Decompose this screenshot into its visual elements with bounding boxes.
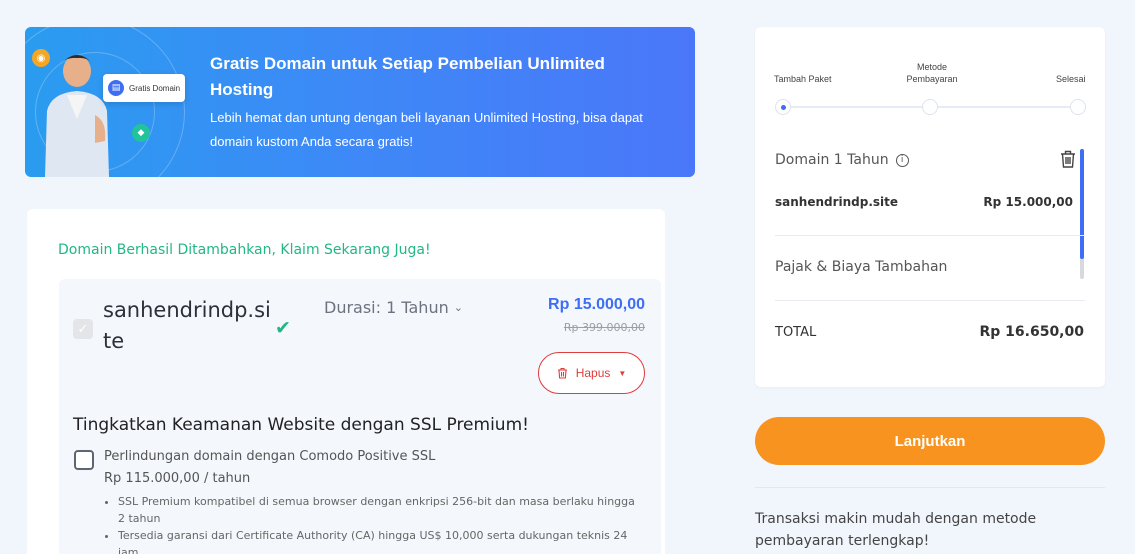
trash-icon bbox=[557, 367, 567, 379]
domain-old-price: Rp 399.000,00 bbox=[563, 321, 645, 334]
cart-card: Domain Berhasil Ditambahkan, Klaim Sekar… bbox=[27, 209, 665, 554]
ssl-checkbox[interactable] bbox=[74, 450, 94, 470]
free-domain-card-label: Gratis Domain bbox=[129, 83, 181, 93]
ssl-option-price: Rp 115.000,00 / tahun bbox=[104, 471, 251, 486]
step-dot-1 bbox=[775, 99, 791, 115]
total-value: Rp 16.650,00 bbox=[979, 324, 1084, 340]
info-icon[interactable]: i bbox=[895, 153, 909, 167]
tag-icon: ◆ bbox=[132, 124, 150, 142]
total-label: TOTAL bbox=[775, 325, 817, 340]
summary-scrollbar[interactable] bbox=[1080, 149, 1084, 279]
divider bbox=[755, 487, 1105, 488]
payment-promo-text: Transaksi makin mudah dengan metode pemb… bbox=[755, 511, 1037, 549]
duration-dropdown[interactable]: Durasi: 1 Tahun ⌄ bbox=[324, 298, 463, 317]
order-summary: Tambah Paket Metode Pembayaran Selesai D… bbox=[755, 27, 1105, 387]
scrollbar-thumb[interactable] bbox=[1080, 149, 1084, 259]
ssl-title: Tingkatkan Keamanan Website dengan SSL P… bbox=[73, 415, 529, 435]
free-domain-card: ▤ Gratis Domain bbox=[103, 74, 185, 102]
summary-domain-price: Rp 15.000,00 bbox=[983, 195, 1073, 209]
summary-item-title-text: Domain 1 Tahun bbox=[775, 152, 889, 168]
domain-icon: ▤ bbox=[108, 80, 124, 96]
duration-label: Durasi: 1 Tahun bbox=[324, 298, 449, 317]
check-icon: ✔ bbox=[275, 317, 291, 339]
domain-price: Rp 15.000,00 bbox=[548, 296, 645, 313]
caret-down-icon: ▼ bbox=[618, 368, 627, 378]
list-item: SSL Premium kompatibel di semua browser … bbox=[118, 493, 638, 527]
banner-description: Lebih hemat dan untung dengan beli layan… bbox=[210, 110, 643, 149]
domain-checkbox: ✓ bbox=[73, 319, 93, 339]
chevron-down-icon: ⌄ bbox=[453, 301, 463, 314]
ssl-feature-list: SSL Premium kompatibel di semua browser … bbox=[118, 493, 638, 554]
banner-title: Gratis Domain untuk Setiap Pembelian Unl… bbox=[210, 54, 605, 99]
tax-label: Pajak & Biaya Tambahan bbox=[775, 259, 948, 275]
success-message: Domain Berhasil Ditambahkan, Klaim Sekar… bbox=[58, 242, 431, 258]
trash-icon[interactable] bbox=[1060, 150, 1076, 172]
divider bbox=[775, 300, 1085, 301]
step-label-1: Tambah Paket bbox=[774, 74, 832, 84]
remove-label: Hapus bbox=[575, 366, 611, 380]
domain-name: sanhendrindp.site bbox=[103, 298, 271, 353]
domain-item: ✓ sanhendrindp.site ✔ Durasi: 1 Tahun ⌄ … bbox=[59, 279, 661, 554]
list-item: Tersedia garansi dari Certificate Author… bbox=[118, 527, 638, 554]
step-label-3: Selesai bbox=[1056, 74, 1086, 84]
step-dot-3 bbox=[1070, 99, 1086, 115]
ssl-option-label: Perlindungan domain dengan Comodo Positi… bbox=[104, 449, 436, 464]
step-label-2: Metode Pembayaran bbox=[906, 62, 958, 84]
summary-item-title: Domain 1 Tahun i bbox=[775, 152, 909, 168]
promo-banner: ◉ ▤ Gratis Domain ◆ Gratis Domain untuk … bbox=[25, 27, 695, 177]
remove-button[interactable]: Hapus ▼ bbox=[538, 352, 645, 394]
step-dot-2 bbox=[922, 99, 938, 115]
summary-domain: sanhendrindp.site bbox=[775, 195, 899, 209]
divider bbox=[775, 235, 1085, 236]
person-illustration bbox=[45, 55, 109, 177]
continue-button[interactable]: Lanjutkan bbox=[755, 417, 1105, 465]
